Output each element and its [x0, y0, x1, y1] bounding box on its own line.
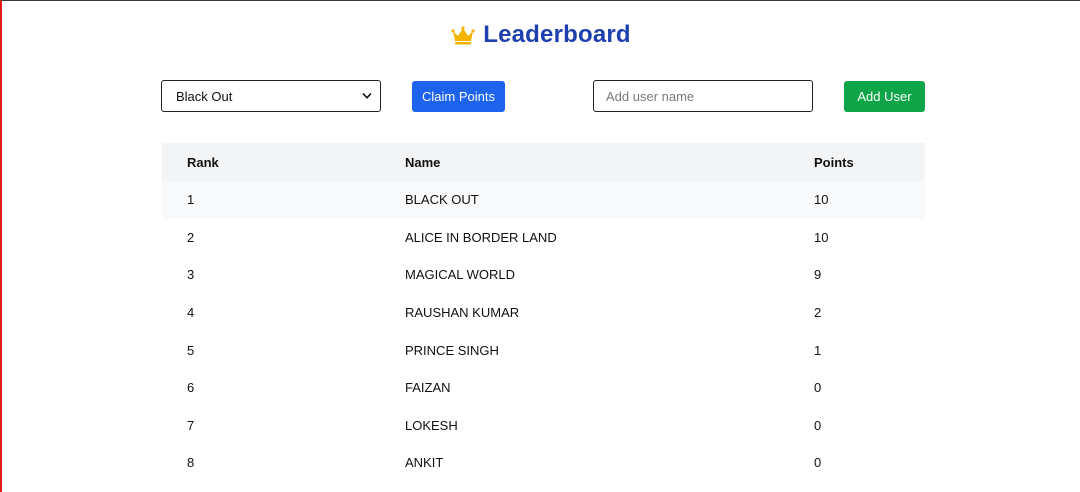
table-row: 5 PRINCE SINGH 1: [162, 331, 925, 369]
leaderboard-table: Rank Name Points 1 BLACK OUT 10 2 ALICE …: [162, 143, 925, 482]
points-cell: 0: [814, 455, 822, 471]
rank-cell: 6: [187, 380, 195, 396]
points-cell: 2: [814, 305, 822, 321]
points-cell: 10: [814, 229, 829, 245]
name-cell: BLACK OUT: [405, 192, 479, 208]
points-cell: 10: [814, 192, 829, 208]
user-select-value: Black Out: [176, 88, 233, 104]
page-header: Leaderboard: [2, 21, 1080, 49]
table-row: 2 ALICE IN BORDER LAND 10: [162, 219, 925, 257]
name-cell: ANKIT: [405, 455, 444, 471]
name-cell: ALICE IN BORDER LAND: [405, 229, 557, 245]
chevron-down-icon: [362, 93, 372, 99]
name-cell: PRINCE SINGH: [405, 342, 499, 358]
table-row: 1 BLACK OUT 10: [162, 181, 925, 219]
table-row: 4 RAUSHAN KUMAR 2: [162, 294, 925, 332]
points-column-header: Points: [814, 154, 854, 170]
rank-cell: 8: [187, 455, 195, 471]
claim-points-button[interactable]: Claim Points: [412, 81, 505, 112]
rank-cell: 3: [187, 267, 195, 283]
app-frame: Leaderboard Black Out Claim Points Add U…: [0, 0, 1080, 492]
table-row: 3 MAGICAL WORLD 9: [162, 256, 925, 294]
table-row: 6 FAIZAN 0: [162, 369, 925, 407]
rank-cell: 7: [187, 417, 195, 433]
points-cell: 0: [814, 380, 822, 396]
name-column-header: Name: [405, 154, 441, 170]
name-cell: LOKESH: [405, 417, 458, 433]
name-cell: MAGICAL WORLD: [405, 267, 516, 283]
table-row: 8 ANKIT 0: [162, 444, 925, 482]
points-cell: 1: [814, 342, 822, 358]
rank-cell: 2: [187, 229, 195, 245]
rank-cell: 5: [187, 342, 195, 358]
name-cell: FAIZAN: [405, 380, 451, 396]
table-row: 7 LOKESH 0: [162, 407, 925, 445]
crown-icon: [451, 26, 475, 45]
rank-cell: 1: [187, 192, 195, 208]
name-cell: RAUSHAN KUMAR: [405, 305, 520, 321]
user-select[interactable]: Black Out: [161, 80, 381, 112]
rank-column-header: Rank: [187, 154, 219, 170]
add-user-button[interactable]: Add User: [844, 81, 925, 112]
table-header-row: Rank Name Points: [162, 143, 925, 181]
page-title: Leaderboard: [483, 21, 631, 48]
points-cell: 0: [814, 417, 822, 433]
rank-cell: 4: [187, 305, 195, 321]
add-user-name-input[interactable]: [593, 80, 813, 112]
points-cell: 9: [814, 267, 822, 283]
